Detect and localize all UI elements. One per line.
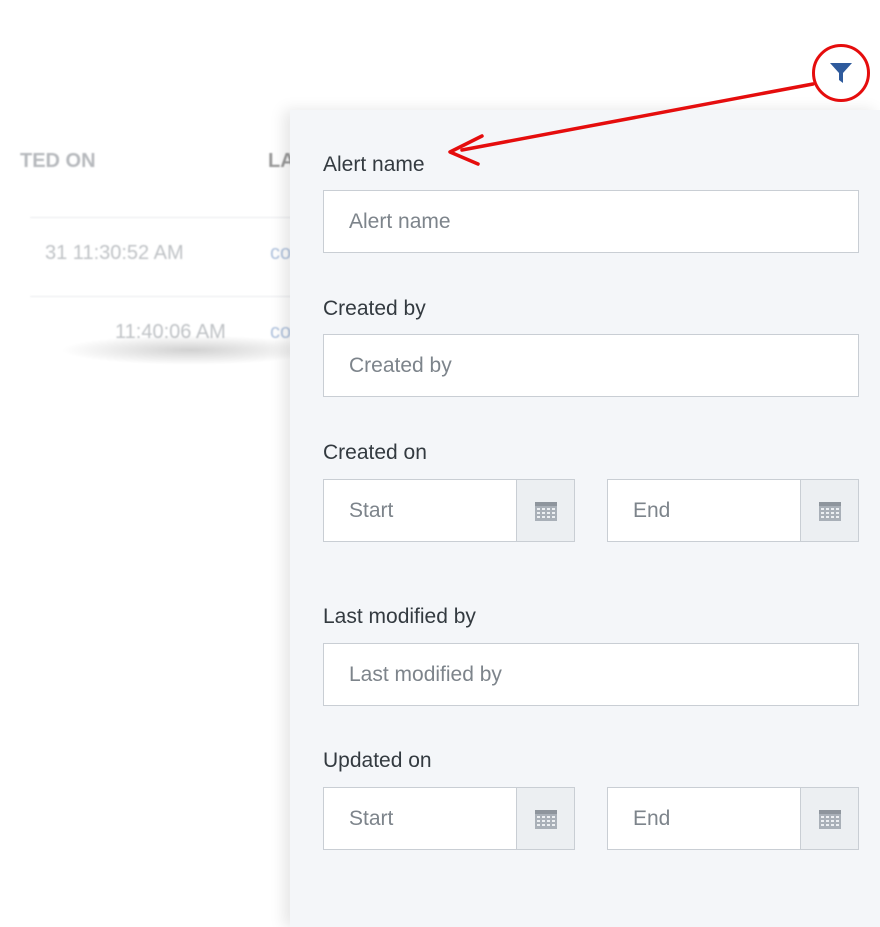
created-on-start-calendar-button[interactable] [517,479,575,542]
created-on-end-input[interactable] [607,479,801,542]
table-divider [30,217,330,218]
calendar-icon [818,501,841,521]
created-by-label: Created by [323,297,426,320]
updated-on-start-calendar-button[interactable] [517,787,575,850]
table-shadow [60,335,320,365]
created-on-end-group [607,479,859,542]
calendar-icon [534,809,557,829]
updated-on-start-input[interactable] [323,787,517,850]
updated-on-label: Updated on [323,749,432,772]
updated-on-start-group [323,787,575,850]
created-on-end-calendar-button[interactable] [801,479,859,542]
table-divider [30,296,330,297]
filter-button[interactable] [812,44,870,102]
table-cell-date: 31 11:30:52 AM [45,242,184,264]
table-cell-link[interactable]: co [270,242,291,265]
calendar-icon [818,809,841,829]
table-header-created-on: TED ON [20,150,96,172]
created-on-start-input[interactable] [323,479,517,542]
last-modified-by-label: Last modified by [323,605,476,628]
filter-panel: Alert name Created by Created on [290,110,880,927]
alert-name-input[interactable] [323,190,859,253]
last-modified-by-input[interactable] [323,643,859,706]
filter-icon [830,63,852,83]
updated-on-end-input[interactable] [607,787,801,850]
updated-on-end-group [607,787,859,850]
created-on-start-group [323,479,575,542]
created-on-label: Created on [323,441,427,464]
updated-on-end-calendar-button[interactable] [801,787,859,850]
alert-name-label: Alert name [323,153,425,176]
calendar-icon [534,501,557,521]
created-by-input[interactable] [323,334,859,397]
